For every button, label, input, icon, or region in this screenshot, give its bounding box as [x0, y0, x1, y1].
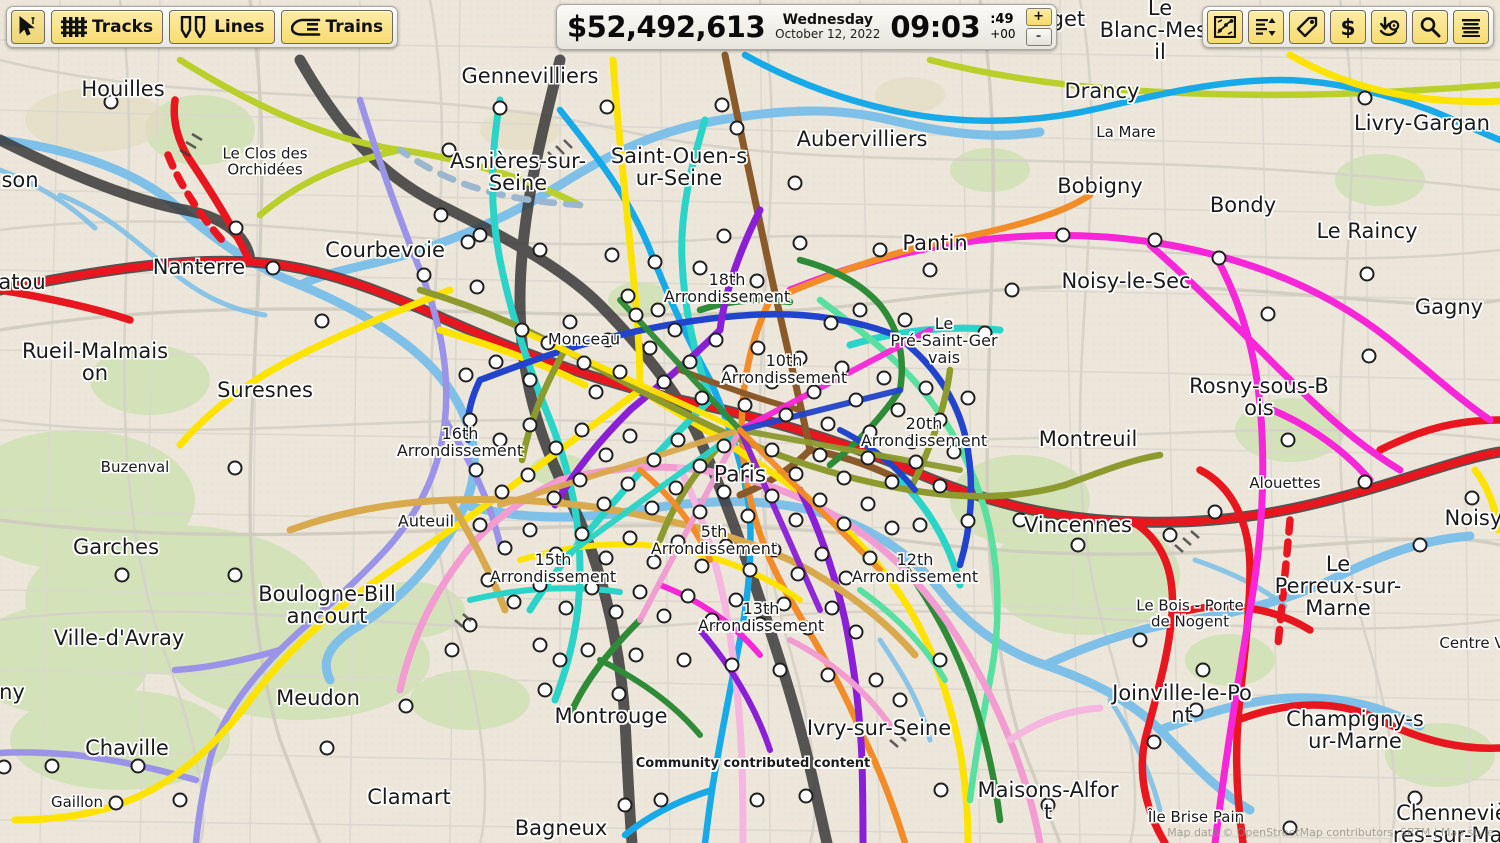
tag-icon — [1296, 16, 1318, 38]
menu-button[interactable] — [1453, 10, 1489, 44]
svg-text:$: $ — [1340, 16, 1355, 38]
utility-toolbar: $ — [1202, 6, 1494, 48]
timezone-display: +00 — [990, 26, 1016, 41]
calendar-date: October 12, 2022 — [775, 27, 881, 42]
sort-list-button[interactable] — [1248, 10, 1284, 44]
money-display: $52,492,613 — [567, 9, 766, 44]
search-button[interactable] — [1412, 10, 1448, 44]
finances-button[interactable]: $ — [1330, 10, 1366, 44]
cursor-icon — [19, 16, 35, 36]
tracks-icon — [61, 17, 87, 37]
speed-down-button[interactable]: - — [1025, 28, 1052, 46]
seconds-and-tz: :49 +00 — [990, 11, 1016, 42]
day-of-week: Wednesday — [782, 11, 873, 28]
map-canvas[interactable]: HouillesGennevilliersLe BourgetLe Blanc-… — [0, 0, 1500, 843]
minimap-button[interactable] — [1207, 10, 1243, 44]
labels-button[interactable] — [1289, 10, 1325, 44]
lines-tool[interactable]: Lines — [169, 10, 275, 44]
date-display: Wednesday October 12, 2022 — [775, 11, 881, 42]
game-window: HouillesGennevilliersLe BourgetLe Blanc-… — [0, 0, 1500, 843]
cursor-tool[interactable] — [11, 10, 45, 44]
map-graphics — [0, 0, 1500, 843]
clock-display: 09:03 — [890, 9, 981, 44]
download-pin-icon — [1379, 16, 1400, 36]
tracks-tool[interactable]: Tracks — [51, 10, 164, 44]
map-icon — [1214, 16, 1236, 38]
dollar-icon: $ — [1340, 16, 1355, 38]
import-button[interactable] — [1371, 10, 1407, 44]
tracks-label: Tracks — [92, 16, 154, 37]
trains-label: Trains — [325, 16, 384, 37]
lines-icon — [180, 16, 206, 38]
status-hud: $52,492,613 Wednesday October 12, 2022 0… — [556, 4, 1057, 50]
speed-controls: + - — [1025, 8, 1052, 46]
lines-label: Lines — [214, 16, 265, 37]
search-icon — [1420, 17, 1441, 38]
menu-icon — [1462, 19, 1480, 37]
sort-list-icon — [1256, 18, 1276, 36]
trains-tool[interactable]: Trains — [280, 10, 394, 44]
build-toolbar: Tracks Lines Trains — [6, 6, 399, 48]
speed-up-button[interactable]: + — [1025, 8, 1052, 26]
seconds-display: :49 — [990, 11, 1014, 27]
train-icon — [290, 18, 320, 36]
